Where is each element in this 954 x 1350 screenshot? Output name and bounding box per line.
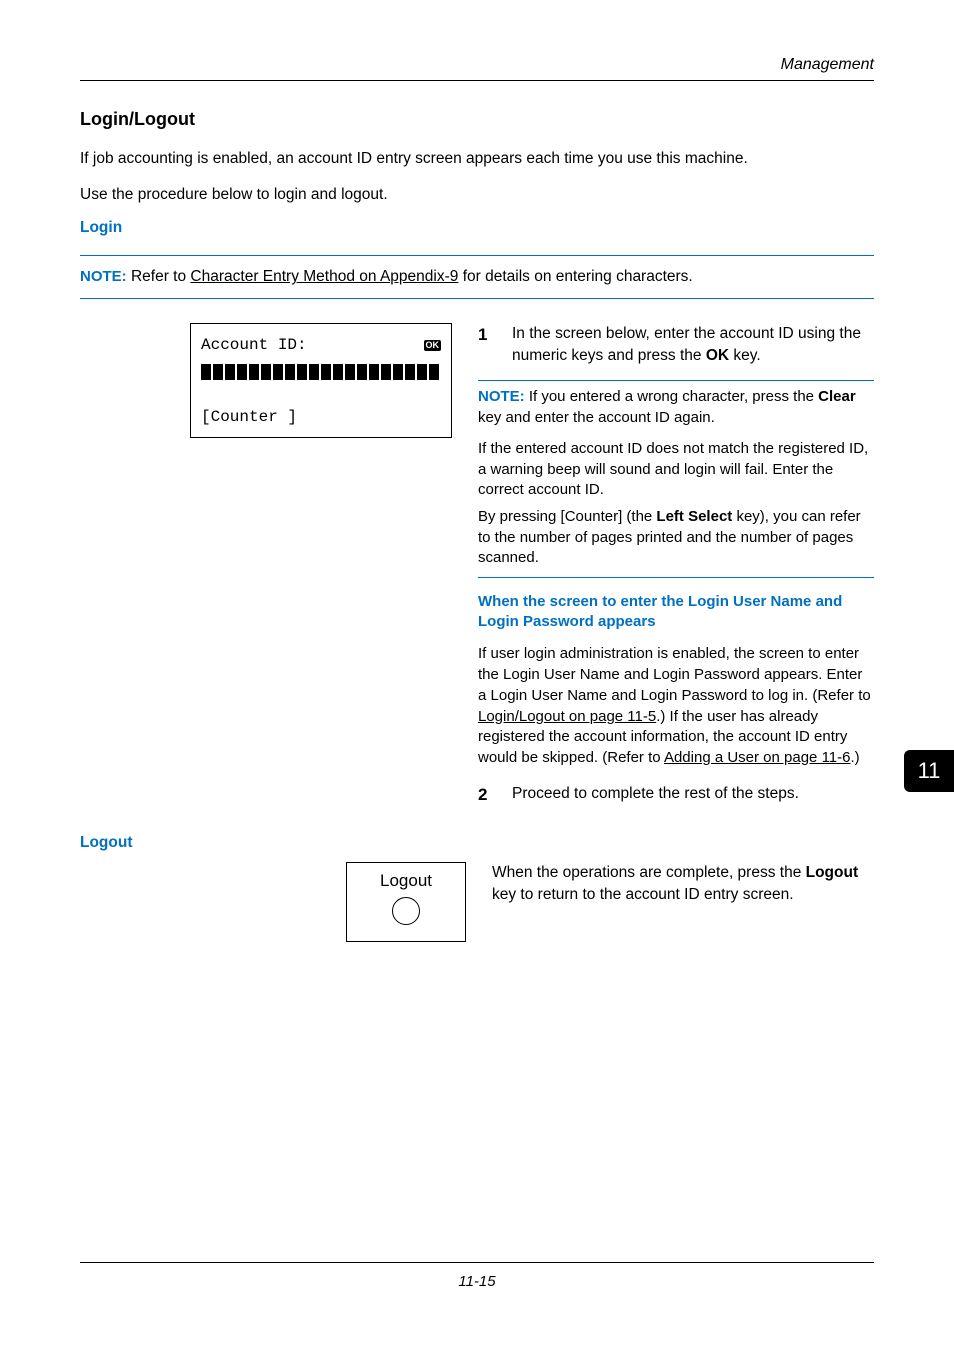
logout-key: Logout	[346, 862, 466, 942]
page-number: 11-15	[80, 1273, 874, 1290]
sub-a: If user login administration is enabled,…	[478, 645, 871, 703]
sub-heading: When the screen to enter the Login User …	[478, 592, 874, 633]
logout-key-label: Logout	[347, 871, 465, 891]
step-1: 1 In the screen below, enter the account…	[478, 323, 874, 366]
intro-para-2: Use the procedure below to login and log…	[80, 184, 874, 206]
mid-note-l1c: key and enter the account ID again.	[478, 409, 715, 426]
step1-bold: OK	[706, 347, 729, 364]
note-label: NOTE:	[80, 268, 127, 285]
logout-b: key to return to the account ID entry sc…	[492, 886, 794, 903]
screen-softkey: [Counter ]	[201, 398, 441, 428]
login-heading: Login	[80, 219, 874, 237]
logout-bold: Logout	[806, 864, 859, 881]
mid-note-p3b: Left Select	[656, 508, 732, 525]
step-1-text: In the screen below, enter the account I…	[512, 323, 874, 366]
note-link[interactable]: Character Entry Method on Appendix-9	[190, 268, 458, 285]
ok-icon: OK	[424, 340, 442, 351]
note-rule-top	[80, 255, 874, 256]
step-2-text: Proceed to complete the rest of the step…	[512, 783, 799, 807]
mid-note-label: NOTE:	[478, 388, 525, 405]
step1-b: key.	[729, 347, 761, 364]
link-login-logout[interactable]: Login/Logout on page 11-5	[478, 708, 656, 725]
mid-note-rule-bottom	[478, 577, 874, 578]
mid-note-l1b: Clear	[818, 388, 856, 405]
lcd-screen: Account ID: OK [Counter ]	[190, 323, 452, 438]
section-title: Login/Logout	[80, 109, 874, 130]
chapter-tab: 11	[904, 750, 954, 792]
logout-spacer	[80, 862, 320, 942]
intro-para-1: If job accounting is enabled, an account…	[80, 148, 874, 170]
mid-note-rule-top	[478, 380, 874, 381]
logout-button-icon	[392, 897, 420, 925]
logout-a: When the operations are complete, press …	[492, 864, 806, 881]
mid-note-p3: By pressing [Counter] (the Left Select k…	[478, 507, 874, 569]
login-note-block: NOTE: Refer to Character Entry Method on…	[80, 255, 874, 299]
logout-text: When the operations are complete, press …	[492, 862, 874, 942]
mid-note-line1: NOTE: If you entered a wrong character, …	[478, 383, 874, 432]
running-header: Management	[80, 56, 874, 74]
note-body-a: Refer to	[127, 268, 191, 285]
step-1-num: 1	[478, 323, 494, 366]
link-adding-user[interactable]: Adding a User on page 11-6	[664, 749, 851, 766]
footer: 11-15	[80, 1262, 874, 1290]
login-note-text: NOTE: Refer to Character Entry Method on…	[80, 262, 874, 292]
mid-note-block: NOTE: If you entered a wrong character, …	[478, 380, 874, 578]
step1-a: In the screen below, enter the account I…	[512, 325, 861, 364]
mid-note-l1a: If you entered a wrong character, press …	[525, 388, 819, 405]
footer-rule	[80, 1262, 874, 1263]
sub-para: If user login administration is enabled,…	[478, 644, 874, 768]
step-2: 2 Proceed to complete the rest of the st…	[478, 783, 874, 807]
screen-title: Account ID:	[201, 334, 307, 356]
step-2-num: 2	[478, 783, 494, 807]
logout-heading: Logout	[80, 834, 874, 852]
input-cursor-row	[201, 364, 441, 380]
mid-note-p2: If the entered account ID does not match…	[478, 439, 874, 501]
mid-note-p3a: By pressing [Counter] (the	[478, 508, 656, 525]
note-rule-bottom	[80, 298, 874, 299]
note-body-b: for details on entering characters.	[458, 268, 692, 285]
sub-c: .)	[850, 749, 859, 766]
